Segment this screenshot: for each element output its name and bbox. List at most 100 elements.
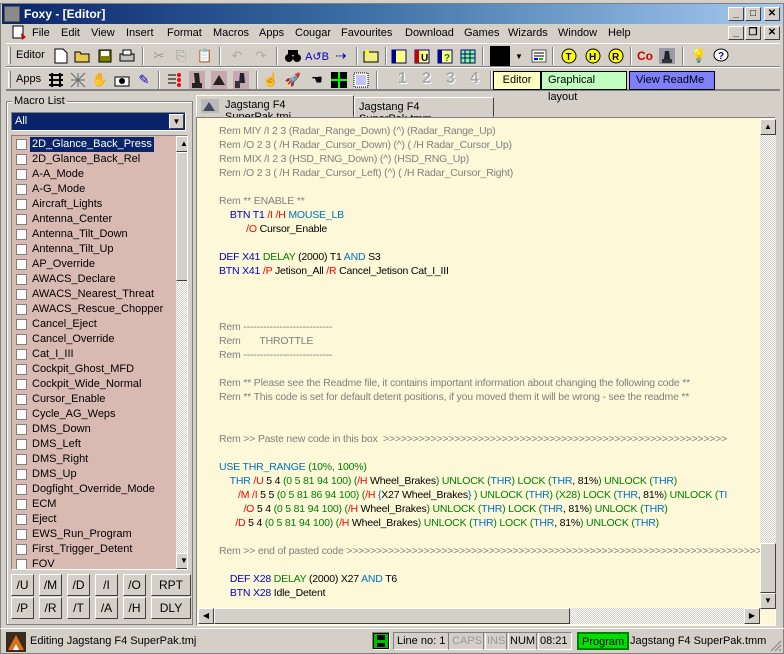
macro-checkbox[interactable]: [16, 349, 27, 360]
macro-list-item[interactable]: Cancel_Eject: [14, 317, 174, 332]
paste-icon[interactable]: 📋: [196, 47, 214, 65]
flag-button[interactable]: /H: [123, 597, 146, 619]
macro-list-item[interactable]: DMS_Right: [14, 452, 174, 467]
macro-checkbox[interactable]: [16, 484, 27, 495]
menu-macros[interactable]: Macros: [210, 26, 252, 40]
flag-button[interactable]: /R: [39, 597, 62, 619]
flag-button[interactable]: DLY: [151, 597, 191, 619]
editor-horizontal-scrollbar[interactable]: ◀ ▶: [198, 608, 760, 624]
macro-list-item[interactable]: Cockpit_Wide_Normal: [14, 377, 174, 392]
dotted-grid-icon[interactable]: [352, 71, 370, 89]
macro-filter-dropdown[interactable]: All ▼: [11, 112, 186, 131]
macro-checkbox[interactable]: [16, 394, 27, 405]
macro-list-item[interactable]: Cursor_Enable: [14, 392, 174, 407]
macro-list-item[interactable]: Cycle_AG_Weps: [14, 407, 174, 422]
flag-button[interactable]: /M: [39, 574, 62, 596]
mdi-close-button[interactable]: ✕: [764, 26, 780, 40]
mdi-minimize-button[interactable]: _: [728, 26, 744, 40]
macro-checkbox[interactable]: [16, 364, 27, 375]
scroll-left-button[interactable]: ◀: [198, 608, 214, 624]
mdi-restore-button[interactable]: ❐: [745, 26, 761, 40]
replace-icon[interactable]: A↺B: [305, 47, 329, 65]
macro-list-item[interactable]: 2D_Glance_Back_Rel: [14, 152, 174, 167]
macro-checkbox[interactable]: [16, 244, 27, 255]
macro-list-item[interactable]: Dogfight_Override_Mode: [14, 482, 174, 497]
macro-checkbox[interactable]: [16, 544, 27, 555]
macro-list-item[interactable]: DMS_Left: [14, 437, 174, 452]
scroll-right-button[interactable]: ▶: [744, 608, 760, 624]
macro-checkbox[interactable]: [16, 214, 27, 225]
macro-list-item[interactable]: AP_Override: [14, 257, 174, 272]
undo-icon[interactable]: ↶: [228, 47, 246, 65]
macro-checkbox[interactable]: [16, 229, 27, 240]
tab-tmm[interactable]: Jagstang F4 SuperPak.tmm: [354, 97, 494, 125]
maximize-button[interactable]: □: [745, 7, 761, 21]
scroll-down-button[interactable]: ▼: [760, 593, 776, 609]
app-tool-1-icon[interactable]: [47, 71, 65, 89]
throttle-t-icon[interactable]: T: [560, 47, 578, 65]
macro-list-item[interactable]: ECM: [14, 497, 174, 512]
app-tool-3-icon[interactable]: ✋: [91, 71, 109, 89]
macro-checkbox[interactable]: [16, 199, 27, 210]
resize-grip-icon[interactable]: [770, 640, 782, 652]
macro-checkbox[interactable]: [16, 139, 27, 150]
scroll-thumb[interactable]: [176, 152, 187, 281]
save-icon[interactable]: [96, 47, 114, 65]
macro-list-item[interactable]: Antenna_Tilt_Up: [14, 242, 174, 257]
camera-icon[interactable]: [113, 71, 131, 89]
macro-list-item[interactable]: EWS_Run_Program: [14, 527, 174, 542]
app-tool-5-icon[interactable]: ✎: [135, 71, 153, 89]
macro-list-item[interactable]: AWACS_Declare: [14, 272, 174, 287]
menu-format[interactable]: Format: [164, 26, 205, 40]
macro-list-item[interactable]: A-A_Mode: [14, 167, 174, 182]
number-1-button[interactable]: 1: [398, 70, 407, 88]
tab-tmj[interactable]: Jagstang F4 SuperPak.tmj: [196, 95, 354, 123]
grid-green-icon[interactable]: [330, 71, 348, 89]
view-u-icon[interactable]: U: [413, 47, 431, 65]
find-next-icon[interactable]: ⇢: [332, 47, 350, 65]
macro-checkbox[interactable]: [16, 424, 27, 435]
menu-favourites[interactable]: Favourites: [338, 26, 395, 40]
menu-download[interactable]: Download: [402, 26, 457, 40]
macro-list-item[interactable]: 2D_Glance_Back_Press: [14, 137, 174, 152]
macro-checkbox[interactable]: [16, 334, 27, 345]
macro-checkbox[interactable]: [16, 529, 27, 540]
macro-list-item[interactable]: First_Trigger_Detent: [14, 542, 174, 557]
compile-co-icon[interactable]: Co: [636, 47, 654, 65]
menu-insert[interactable]: Insert: [123, 26, 157, 40]
fox-app-icon[interactable]: [4, 6, 20, 22]
flag-button[interactable]: /P: [11, 597, 34, 619]
view-grid-icon[interactable]: [459, 47, 477, 65]
macro-checkbox[interactable]: [16, 559, 27, 569]
view-readme-button[interactable]: View ReadMe: [629, 71, 715, 90]
scroll-up-button[interactable]: ▲: [760, 119, 776, 135]
joystick-2-icon[interactable]: [210, 71, 228, 89]
editor-vertical-scrollbar[interactable]: ▲ ▼: [760, 119, 776, 609]
flag-button[interactable]: /A: [95, 597, 118, 619]
scroll-thumb[interactable]: [214, 608, 570, 624]
menu-games[interactable]: Games: [461, 26, 502, 40]
number-2-button[interactable]: 2: [422, 70, 431, 88]
number-4-button[interactable]: 4: [470, 70, 479, 88]
macro-list-item[interactable]: Eject: [14, 512, 174, 527]
app-tool-6-icon[interactable]: [166, 71, 184, 89]
flag-button[interactable]: /T: [67, 597, 90, 619]
number-3-button[interactable]: 3: [446, 70, 455, 88]
joystick-3-icon[interactable]: [232, 71, 250, 89]
flag-button[interactable]: /O: [123, 574, 146, 596]
hotas-h-icon[interactable]: H: [584, 47, 602, 65]
editor-mode-button[interactable]: Editor: [493, 71, 541, 90]
menu-edit[interactable]: Edit: [58, 26, 83, 40]
hand-point-icon[interactable]: ☝: [262, 71, 280, 89]
joystick-icon[interactable]: [658, 47, 676, 65]
macro-list-item[interactable]: Cockpit_Ghost_MFD: [14, 362, 174, 377]
rudder-r-icon[interactable]: R: [607, 47, 625, 65]
macro-checkbox[interactable]: [16, 439, 27, 450]
macro-checkbox[interactable]: [16, 169, 27, 180]
pointer-icon[interactable]: ☚: [308, 71, 326, 89]
macro-checkbox[interactable]: [16, 154, 27, 165]
macro-list-item[interactable]: AWACS_Nearest_Threat: [14, 287, 174, 302]
minimize-button[interactable]: _: [728, 7, 744, 21]
macro-checkbox[interactable]: [16, 274, 27, 285]
menu-file[interactable]: File: [29, 26, 53, 40]
